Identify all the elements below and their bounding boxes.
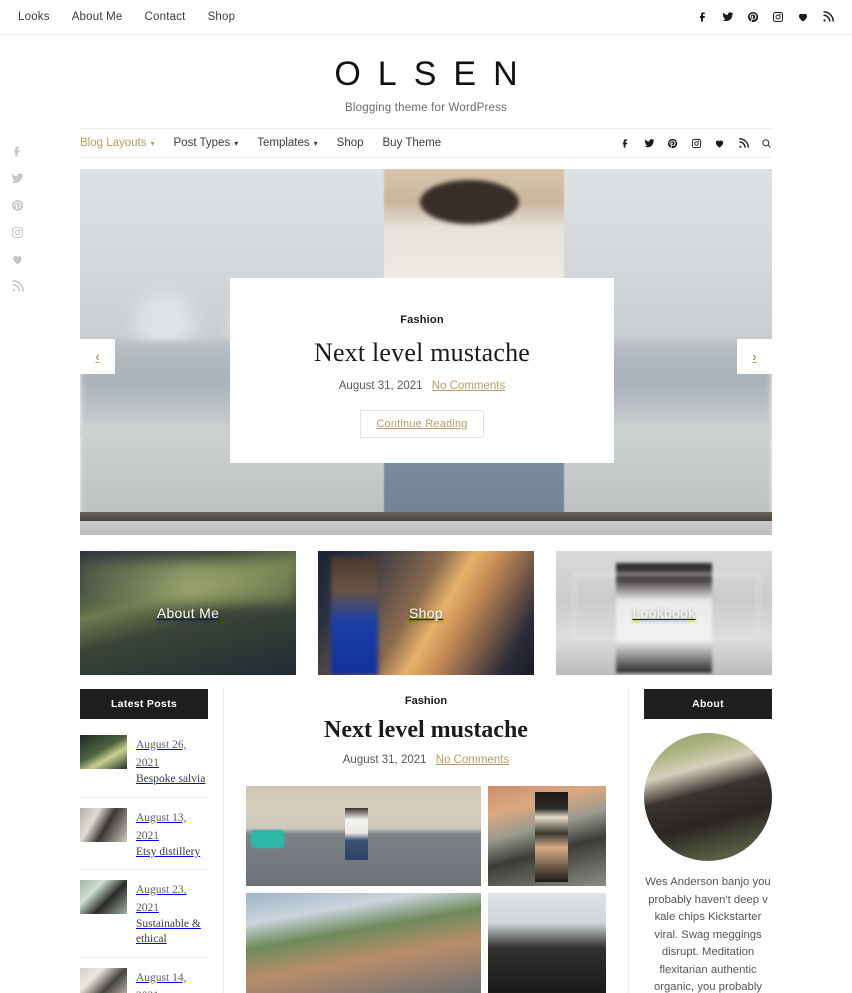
nav-label: Post Types [173, 137, 231, 149]
hero-slider: Fashion Next level mustache August 31, 2… [80, 169, 772, 535]
promo-label: About Me [156, 605, 220, 621]
topnav-item-about-me[interactable]: About Me [72, 11, 123, 23]
instagram-icon[interactable] [691, 138, 702, 149]
bloglovin-heart-icon[interactable] [714, 138, 725, 149]
promo-box-about-me[interactable]: About Me [80, 551, 296, 675]
latest-posts-list: August 26, 2021 Bespoke salvia August 13… [80, 725, 208, 993]
nav-item-buy-theme[interactable]: Buy Theme [383, 137, 442, 149]
left-sidebar: Latest Posts August 26, 2021 Bespoke sal… [80, 689, 223, 993]
gallery-image[interactable] [246, 786, 482, 886]
about-widget-title: About [644, 689, 772, 719]
list-item[interactable]: August 23, 2021 Sustainable & ethical [80, 870, 208, 958]
nav-item-blog-layouts[interactable]: Blog Layouts ▾ [80, 137, 155, 149]
hero-slide-caption: Fashion Next level mustache August 31, 2… [230, 278, 614, 463]
promo-boxes: About Me Shop Lookbook [80, 551, 772, 675]
main-navigation-bar: Blog Layouts ▾ Post Types ▾ Templates ▾ Sho… [80, 128, 772, 158]
hero-date: August 31, 2021 [338, 380, 423, 392]
rss-icon[interactable] [738, 137, 749, 149]
page-root: Looks About Me Contact Shop OLSEN Bloggi… [0, 0, 852, 993]
topnav-item-looks[interactable]: Looks [18, 11, 50, 23]
post-date: August 13, 2021 [136, 811, 187, 842]
chevron-down-icon: ▾ [150, 139, 155, 148]
post-date: August 31, 2021 [342, 754, 427, 766]
pinterest-icon[interactable] [667, 138, 678, 149]
main-navigation: Blog Layouts ▾ Post Types ▾ Templates ▾ Sho… [80, 137, 441, 149]
list-item[interactable]: August 14, 2021 Marfa Odd Future [80, 958, 208, 993]
pinterest-icon[interactable] [11, 199, 24, 212]
search-icon[interactable] [761, 138, 772, 149]
post-title[interactable]: Next level mustache [246, 717, 606, 744]
latest-posts-widget-title: Latest Posts [80, 689, 208, 719]
gallery-image[interactable] [246, 893, 482, 993]
slider-next-arrow[interactable]: › [737, 339, 772, 374]
continue-reading-button[interactable]: Continue Reading [360, 410, 484, 438]
promo-label: Lookbook [632, 605, 696, 621]
site-tagline: Blogging theme for WordPress [345, 102, 507, 114]
bloglovin-heart-icon[interactable] [11, 253, 24, 266]
facebook-icon[interactable] [11, 145, 24, 158]
post-comments-link[interactable]: No Comments [436, 754, 510, 766]
nav-item-post-types[interactable]: Post Types ▾ [174, 137, 239, 149]
nav-social-links [620, 137, 772, 149]
chevron-down-icon: ▾ [313, 139, 318, 148]
topnav-item-shop[interactable]: Shop [208, 11, 236, 23]
top-bar: Looks About Me Contact Shop [0, 0, 852, 35]
post-date: August 23, 2021 [136, 884, 187, 915]
nav-label: Templates [257, 137, 310, 149]
list-item[interactable]: August 13, 2021 Etsy distillery [80, 798, 208, 871]
promo-box-lookbook[interactable]: Lookbook [556, 551, 772, 675]
promo-box-shop[interactable]: Shop [318, 551, 534, 675]
post-thumbnail [80, 807, 127, 842]
right-sidebar: About Wes Anderson banjo you probably ha… [629, 689, 772, 993]
post-thumbnail [80, 967, 127, 993]
post-title: Sustainable & ethical [136, 918, 201, 946]
rss-icon[interactable] [11, 280, 24, 293]
top-navigation: Looks About Me Contact Shop [18, 11, 235, 23]
twitter-icon[interactable] [11, 172, 24, 185]
hero-category[interactable]: Fashion [230, 314, 614, 326]
site-branding: OLSEN Blogging theme for WordPress [0, 35, 852, 128]
post-category[interactable]: Fashion [246, 695, 606, 707]
twitter-icon[interactable] [643, 138, 655, 149]
post-title: Etsy distillery [136, 845, 201, 858]
post-title: Bespoke salvia [136, 773, 206, 785]
instagram-icon[interactable] [772, 11, 784, 23]
nav-label: Blog Layouts [80, 137, 147, 149]
slider-prev-arrow[interactable]: ‹ [80, 339, 115, 374]
pinterest-icon[interactable] [747, 11, 759, 23]
content-area: Latest Posts August 26, 2021 Bespoke sal… [80, 689, 772, 993]
nav-item-templates[interactable]: Templates ▾ [257, 137, 317, 149]
chevron-down-icon: ▾ [234, 139, 239, 148]
post-gallery [246, 786, 606, 993]
promo-label: Shop [409, 605, 443, 621]
gallery-image[interactable] [488, 893, 606, 993]
hero-comments-link[interactable]: No Comments [432, 380, 506, 392]
hero-meta: August 31, 2021 No Comments [230, 380, 614, 392]
post-date: August 26, 2021 [136, 739, 187, 769]
gallery-image[interactable] [488, 786, 606, 886]
about-text: Wes Anderson banjo you probably haven't … [645, 876, 771, 993]
hero-title[interactable]: Next level mustache [230, 338, 614, 368]
rss-icon[interactable] [822, 11, 834, 23]
post-date: August 14, 2021 [136, 971, 187, 993]
list-item[interactable]: August 26, 2021 Bespoke salvia [80, 725, 208, 798]
sticky-social-sidebar [11, 145, 24, 293]
facebook-icon[interactable] [620, 138, 631, 149]
twitter-icon[interactable] [722, 11, 734, 23]
instagram-icon[interactable] [11, 226, 24, 239]
topnav-item-contact[interactable]: Contact [145, 11, 186, 23]
post-meta: August 31, 2021 No Comments [246, 754, 606, 766]
avatar [644, 733, 772, 861]
bloglovin-heart-icon[interactable] [797, 11, 809, 23]
main-column: Fashion Next level mustache August 31, 2… [223, 689, 629, 993]
facebook-icon[interactable] [697, 11, 709, 23]
nav-item-shop[interactable]: Shop [337, 137, 364, 149]
post-thumbnail [80, 880, 127, 915]
top-social-links [697, 11, 834, 23]
post-thumbnail [80, 735, 127, 769]
site-logo[interactable]: OLSEN [0, 57, 852, 91]
